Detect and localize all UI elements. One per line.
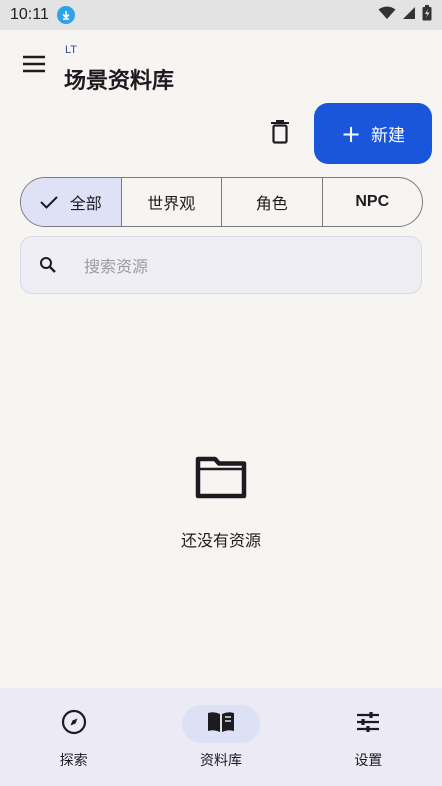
filter-worldview[interactable]: 世界观 [120,178,222,226]
nav-explore-indicator [35,705,113,743]
nav-explore[interactable]: 探索 [0,688,147,786]
nav-settings[interactable]: 设置 [295,688,442,786]
nav-settings-indicator [329,705,407,743]
nav-library-label: 资料库 [199,753,242,769]
search-icon [39,256,57,274]
menu-button[interactable] [14,50,54,82]
status-time: 10:11 [10,6,49,23]
wifi-icon [378,6,396,25]
category-filter: 全部 世界观 角色 NPC [20,177,423,227]
filter-character[interactable]: 角色 [221,178,322,226]
bottom-navigation: 探索 资料库 设置 [0,688,442,786]
status-bar: 10:11 [0,0,442,30]
delete-button[interactable] [258,116,302,152]
menu-icon [23,55,45,77]
download-icon [56,6,75,24]
top-app-bar: LT 场景资料库 [0,30,442,100]
search-bar[interactable]: 搜索资源 [20,236,422,294]
filter-all-label: 全部 [69,194,102,213]
filter-all[interactable]: 全部 [21,178,121,226]
plus-icon: + [340,119,362,148]
app-subtitle: LT [65,44,78,56]
filter-npc[interactable]: NPC [321,178,423,226]
nav-explore-label: 探索 [59,753,88,769]
filter-worldview-label: 世界观 [147,194,196,213]
search-placeholder: 搜索资源 [84,257,149,276]
book-icon [207,711,235,737]
folder-icon [195,455,247,499]
empty-state: 还没有资源 [0,455,442,555]
compass-icon [61,709,87,739]
filter-npc-label: NPC [355,193,390,210]
trash-icon [271,120,289,148]
page-title: 场景资料库 [64,69,175,94]
signal-icon [402,6,416,25]
empty-message: 还没有资源 [180,531,261,550]
new-button[interactable]: + 新建 [314,103,432,164]
new-button-label: 新建 [371,126,406,146]
check-icon [40,195,58,209]
filter-character-label: 角色 [255,194,288,213]
sliders-icon [356,711,380,737]
battery-icon [422,4,432,26]
nav-library-indicator [181,705,260,743]
nav-library[interactable]: 资料库 [147,688,294,786]
nav-settings-label: 设置 [354,753,383,769]
